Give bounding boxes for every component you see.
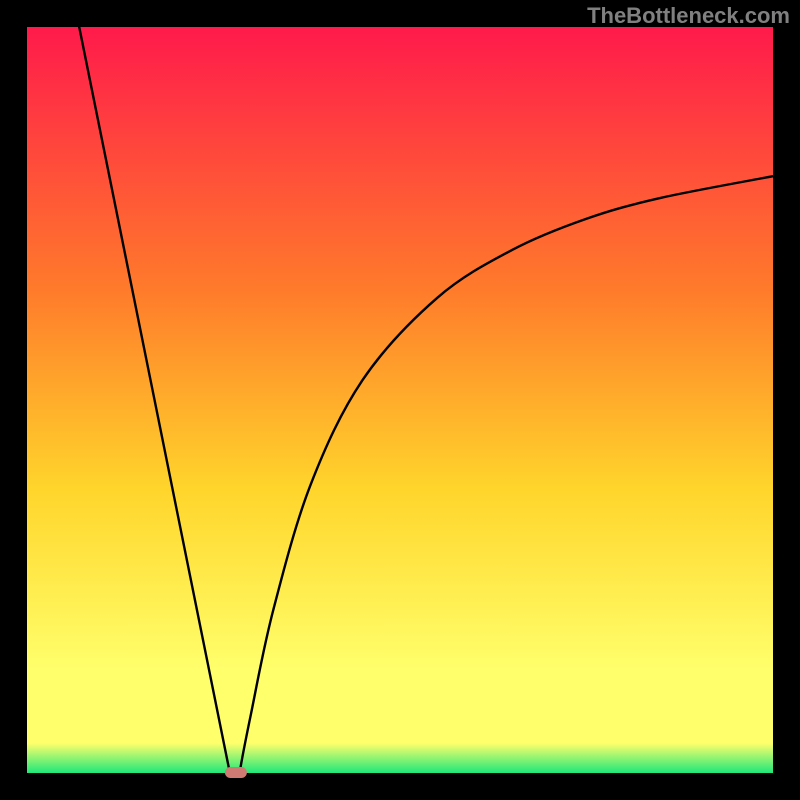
chart-container: TheBottleneck.com (0, 0, 800, 800)
attribution-text: TheBottleneck.com (587, 3, 790, 29)
chart-svg (0, 0, 800, 800)
minimum-marker (225, 767, 247, 778)
